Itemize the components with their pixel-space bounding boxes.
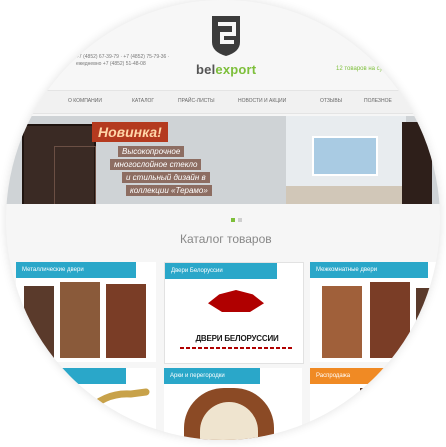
door-image bbox=[360, 388, 416, 440]
banner-badge: Новинка! bbox=[92, 122, 168, 142]
belexport-logo-icon[interactable] bbox=[206, 12, 246, 58]
nav-item-catalog[interactable]: КАТАЛОГ bbox=[132, 98, 154, 104]
catalog-tile-arches[interactable]: Арки и перегородки bbox=[164, 368, 302, 440]
tile-header: Металлические двери bbox=[16, 262, 136, 278]
door-image bbox=[60, 282, 100, 358]
phone-numbers: +7 (4852) 67-39-79 · +7 (4852) 75-79-36 … bbox=[76, 54, 170, 67]
nav-item-news[interactable]: НОВОСТИ И АКЦИИ bbox=[238, 98, 286, 104]
door-image bbox=[24, 286, 54, 358]
ornament-divider bbox=[180, 347, 292, 349]
nav-item-prices[interactable]: ПРАЙС-ЛИСТЫ bbox=[178, 98, 215, 104]
banner-door-image bbox=[22, 124, 96, 204]
floor-shape bbox=[286, 186, 406, 204]
promo-banner[interactable]: Новинка! Высокопрочное многослойное стек… bbox=[6, 116, 440, 204]
banner-line-1: Высокопрочное bbox=[118, 146, 185, 157]
nav-item-reviews[interactable]: ОТЗЫВЫ bbox=[320, 98, 342, 104]
nav-item-useful[interactable]: ПОЛЕЗНОЕ bbox=[364, 98, 392, 104]
tile-header: Двери Белоруссии bbox=[165, 263, 277, 279]
cart-summary[interactable]: 12 товаров на сумму bbox=[336, 66, 394, 72]
site-header: belexport +7 (4852) 67-39-79 · +7 (4852)… bbox=[6, 0, 440, 90]
banner-pagination bbox=[231, 209, 245, 227]
banner-dot-1[interactable] bbox=[231, 218, 235, 222]
brand-name-part1: bel bbox=[196, 62, 216, 77]
banner-line-4: коллекции «Терамо» bbox=[126, 185, 212, 196]
catalog-tile-interior-doors[interactable]: Межкомнатные двери bbox=[310, 262, 436, 362]
catalog-title: Каталог товаров bbox=[180, 232, 272, 246]
door-image bbox=[106, 284, 146, 358]
door-handle-icon bbox=[82, 388, 150, 422]
catalog-tile-hardware[interactable] bbox=[16, 368, 156, 440]
catalog-tile-sale[interactable]: Распродажа bbox=[310, 368, 436, 440]
belarus-logo-text: ДВЕРИ БЕЛОРУССИИ bbox=[195, 334, 279, 343]
banner-door-right-image bbox=[402, 122, 432, 204]
door-image bbox=[322, 286, 362, 358]
main-navigation: О КОМПАНИИ КАТАЛОГ ПРАЙС-ЛИСТЫ НОВОСТИ И… bbox=[6, 90, 440, 114]
window-shape bbox=[312, 136, 378, 176]
banner-line-2: многослойное стекло bbox=[110, 159, 202, 170]
banner-dot-2[interactable] bbox=[238, 218, 242, 222]
brand-name-part2: export bbox=[215, 62, 257, 77]
brand-name[interactable]: belexport bbox=[196, 62, 256, 77]
banner-interior-image bbox=[286, 116, 406, 204]
catalog-tile-metal-doors[interactable]: Металлические двери bbox=[16, 262, 156, 362]
tile-header: Межкомнатные двери bbox=[310, 262, 428, 278]
website-viewport: belexport +7 (4852) 67-39-79 · +7 (4852)… bbox=[6, 0, 440, 440]
door-image bbox=[416, 288, 436, 358]
door-panel bbox=[54, 146, 96, 204]
tile-header: Распродажа bbox=[310, 368, 392, 384]
banner-line-3: и стильный дизайн в bbox=[122, 172, 210, 183]
tile-header: Арки и перегородки bbox=[164, 368, 260, 384]
nav-item-about[interactable]: О КОМПАНИИ bbox=[68, 98, 102, 104]
door-image bbox=[370, 282, 410, 358]
